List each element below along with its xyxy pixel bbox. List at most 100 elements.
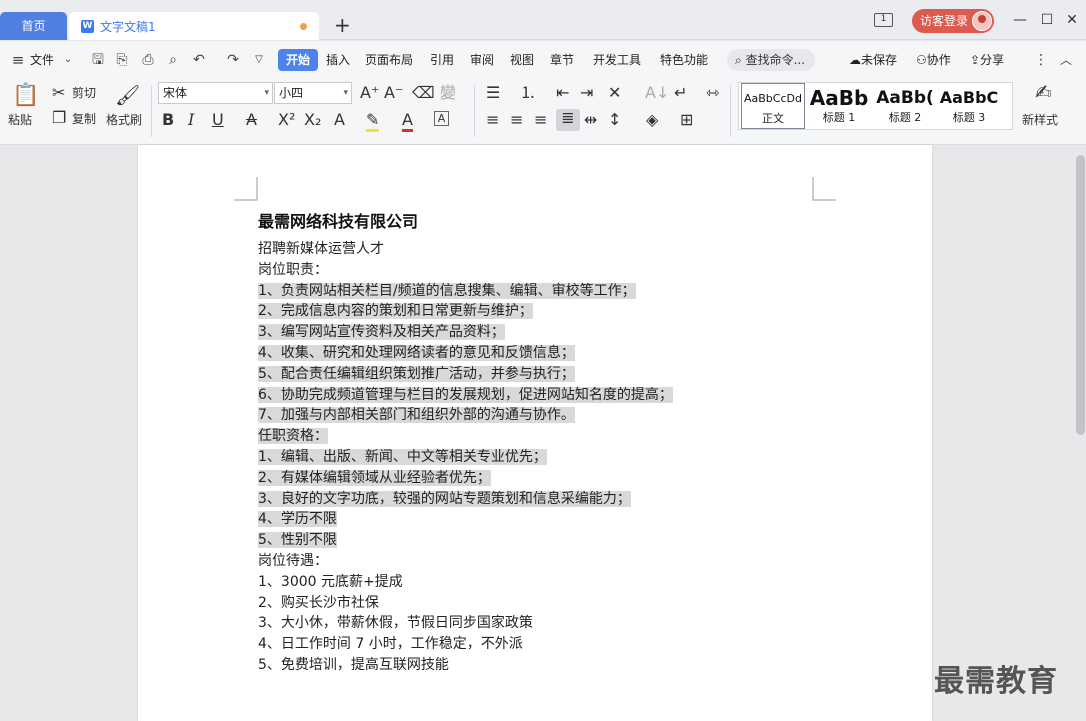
redo-icon[interactable]: ↷ [225, 52, 241, 68]
vertical-scrollbar[interactable] [1075, 145, 1086, 721]
align-left-icon[interactable]: ≡ [486, 111, 499, 129]
subscript-icon[interactable]: X₂ [304, 111, 321, 129]
phonetic-guide-icon[interactable]: 變 [440, 84, 456, 102]
document-body[interactable]: 最需网络科技有限公司 招聘新媒体运营人才 岗位职责： 1、负责网站相关栏目/频道… [258, 209, 818, 676]
watermark-logo: 最需教育 [934, 664, 1058, 699]
font-color-icon[interactable]: A [402, 111, 413, 132]
menu-page-layout[interactable]: 页面布局 [365, 51, 413, 69]
style-label: 正文 [762, 112, 784, 125]
style-heading-3[interactable]: AaBbC 标题 3 [937, 83, 1001, 129]
quick-access-more-icon[interactable]: ▽ [251, 52, 267, 68]
shrink-font-icon[interactable]: A⁻ [384, 84, 403, 102]
command-search[interactable]: ⌕ 查找命令... [727, 49, 815, 71]
grow-font-icon[interactable]: A⁺ [360, 84, 379, 102]
menu-file[interactable]: 文件 [30, 51, 54, 69]
doc-line: 3、大小休，带薪休假，节假日同步国家政策 [258, 615, 533, 632]
font-size-select[interactable]: 小四 ▾ [274, 82, 352, 104]
borders-icon[interactable]: ⊞ [680, 111, 693, 129]
guest-login-button[interactable]: 访客登录 [912, 9, 994, 33]
scrollbar-thumb[interactable] [1076, 155, 1085, 435]
style-normal[interactable]: AaBbCcDd 正文 [741, 83, 805, 129]
superscript-icon[interactable]: X² [278, 111, 295, 129]
highlight-icon[interactable]: ✎ [366, 111, 380, 132]
style-label: 标题 1 [822, 111, 856, 124]
doc-line-selected: 4、收集、研究和处理网络读者的意见和反馈信息； [258, 343, 818, 364]
more-options-icon[interactable]: ⋮ [1033, 52, 1049, 68]
strikethrough-icon[interactable]: A [246, 111, 257, 129]
bold-icon[interactable]: B [162, 111, 174, 129]
menu-home-active[interactable]: 开始 [278, 49, 318, 71]
menu-section[interactable]: 章节 [550, 51, 574, 69]
tab-home[interactable]: 首页 [0, 12, 67, 40]
maximize-button[interactable]: ☐ [1037, 10, 1057, 30]
show-hide-marks-icon[interactable]: ↵ [674, 84, 687, 102]
distributed-align-icon[interactable]: ⇹ [584, 111, 597, 129]
doc-line: 1、3000 元底薪+提成 [258, 573, 403, 590]
menu-insert[interactable]: 插入 [326, 51, 350, 69]
cut-button[interactable]: 剪切 [72, 85, 96, 101]
tab-settings-icon[interactable]: ⇿ [706, 84, 719, 102]
tab-document[interactable]: W 文字文稿1 [69, 12, 319, 40]
font-name-select[interactable]: 宋体 ▾ [158, 82, 273, 104]
style-heading-2[interactable]: AaBb( 标题 2 [873, 83, 937, 129]
format-painter-button[interactable]: 格式刷 [106, 112, 142, 128]
copy-icon[interactable]: ❐ [52, 109, 66, 127]
minimize-button[interactable]: — [1010, 10, 1030, 30]
company-heading: 最需网络科技有限公司 [258, 212, 419, 231]
font-size-value: 小四 [279, 86, 304, 100]
increase-indent-icon[interactable]: ⇥ [580, 84, 593, 102]
share-button[interactable]: ⇪分享 [970, 51, 1004, 69]
hamburger-icon[interactable]: ≡ [10, 52, 26, 68]
numbered-list-icon[interactable]: ⒈ [520, 84, 536, 102]
chevron-down-icon[interactable]: ⌄ [60, 52, 76, 68]
format-painter-icon[interactable]: 🖌 [115, 83, 140, 107]
print-preview-icon[interactable]: ⌕ [165, 52, 181, 68]
menu-references[interactable]: 引用 [430, 51, 454, 69]
chinese-layout-icon[interactable]: ✕ [608, 84, 621, 102]
export-pdf-icon[interactable]: ⎘ [114, 52, 130, 68]
document-title: 文字文稿1 [100, 19, 156, 34]
unsaved-status[interactable]: ☁未保存 [849, 51, 897, 69]
selection-highlight: 6、协助完成频道管理与栏目的发展规划，促进网站知名度的提高； [258, 386, 673, 403]
paste-button[interactable]: 粘贴 [8, 112, 32, 128]
cut-icon[interactable]: ✂ [52, 84, 65, 102]
writer-doc-icon: W [81, 19, 94, 33]
paste-icon[interactable]: 📋 [12, 83, 39, 109]
page-count-icon[interactable]: 1 [874, 13, 893, 27]
copy-button[interactable]: 复制 [72, 111, 96, 127]
align-right-icon[interactable]: ≡ [534, 111, 547, 129]
justify-icon[interactable]: ≣ [556, 109, 580, 131]
text-effect-icon[interactable]: A [334, 111, 345, 129]
menu-special-features[interactable]: 特色功能 [660, 51, 708, 69]
new-style-icon[interactable]: ✍ [1035, 82, 1052, 102]
character-border-icon[interactable]: A [434, 111, 449, 126]
chevron-down-icon: ▾ [343, 88, 348, 98]
undo-icon[interactable]: ↶ [191, 52, 207, 68]
menu-review[interactable]: 审阅 [470, 51, 494, 69]
doc-line-selected: 2、完成信息内容的策划和日常更新与维护； [258, 301, 818, 322]
document-page[interactable]: 最需网络科技有限公司 招聘新媒体运营人才 岗位职责： 1、负责网站相关栏目/频道… [138, 145, 932, 721]
collaborate-button[interactable]: ⚇协作 [916, 51, 951, 69]
doc-line: 招聘新媒体运营人才 [258, 241, 384, 257]
style-heading-1[interactable]: AaBb 标题 1 [807, 83, 871, 129]
new-style-button[interactable]: 新样式 [1022, 112, 1058, 128]
print-icon[interactable]: ⎙ [140, 52, 156, 68]
decrease-indent-icon[interactable]: ⇤ [556, 84, 569, 102]
close-button[interactable]: ✕ [1062, 10, 1082, 30]
italic-icon[interactable]: I [188, 111, 194, 129]
menu-dev-tools[interactable]: 开发工具 [593, 51, 641, 69]
new-tab-button[interactable]: + [334, 13, 351, 37]
collapse-ribbon-icon[interactable]: ︿ [1058, 52, 1074, 68]
underline-icon[interactable]: U [212, 111, 224, 129]
align-center-icon[interactable]: ≡ [510, 111, 523, 129]
shading-icon[interactable]: ◈ [646, 111, 658, 129]
ribbon-toolbar: 📋 粘贴 ✂ 剪切 ❐ 复制 🖌 格式刷 宋体 ▾ 小四 ▾ A⁺ A⁻ ⌫ 變 B… [0, 79, 1086, 145]
save-icon[interactable]: 🖫 [90, 52, 106, 68]
style-preview: AaBb( [876, 88, 934, 108]
bullet-list-icon[interactable]: ☰ [486, 84, 500, 102]
clear-format-icon[interactable]: ⌫ [412, 84, 435, 102]
doc-line: 岗位职责： [258, 261, 328, 278]
menu-view[interactable]: 视图 [510, 51, 534, 69]
line-spacing-icon[interactable]: ↕ [608, 111, 621, 129]
sort-icon[interactable]: A↓ [645, 84, 669, 102]
